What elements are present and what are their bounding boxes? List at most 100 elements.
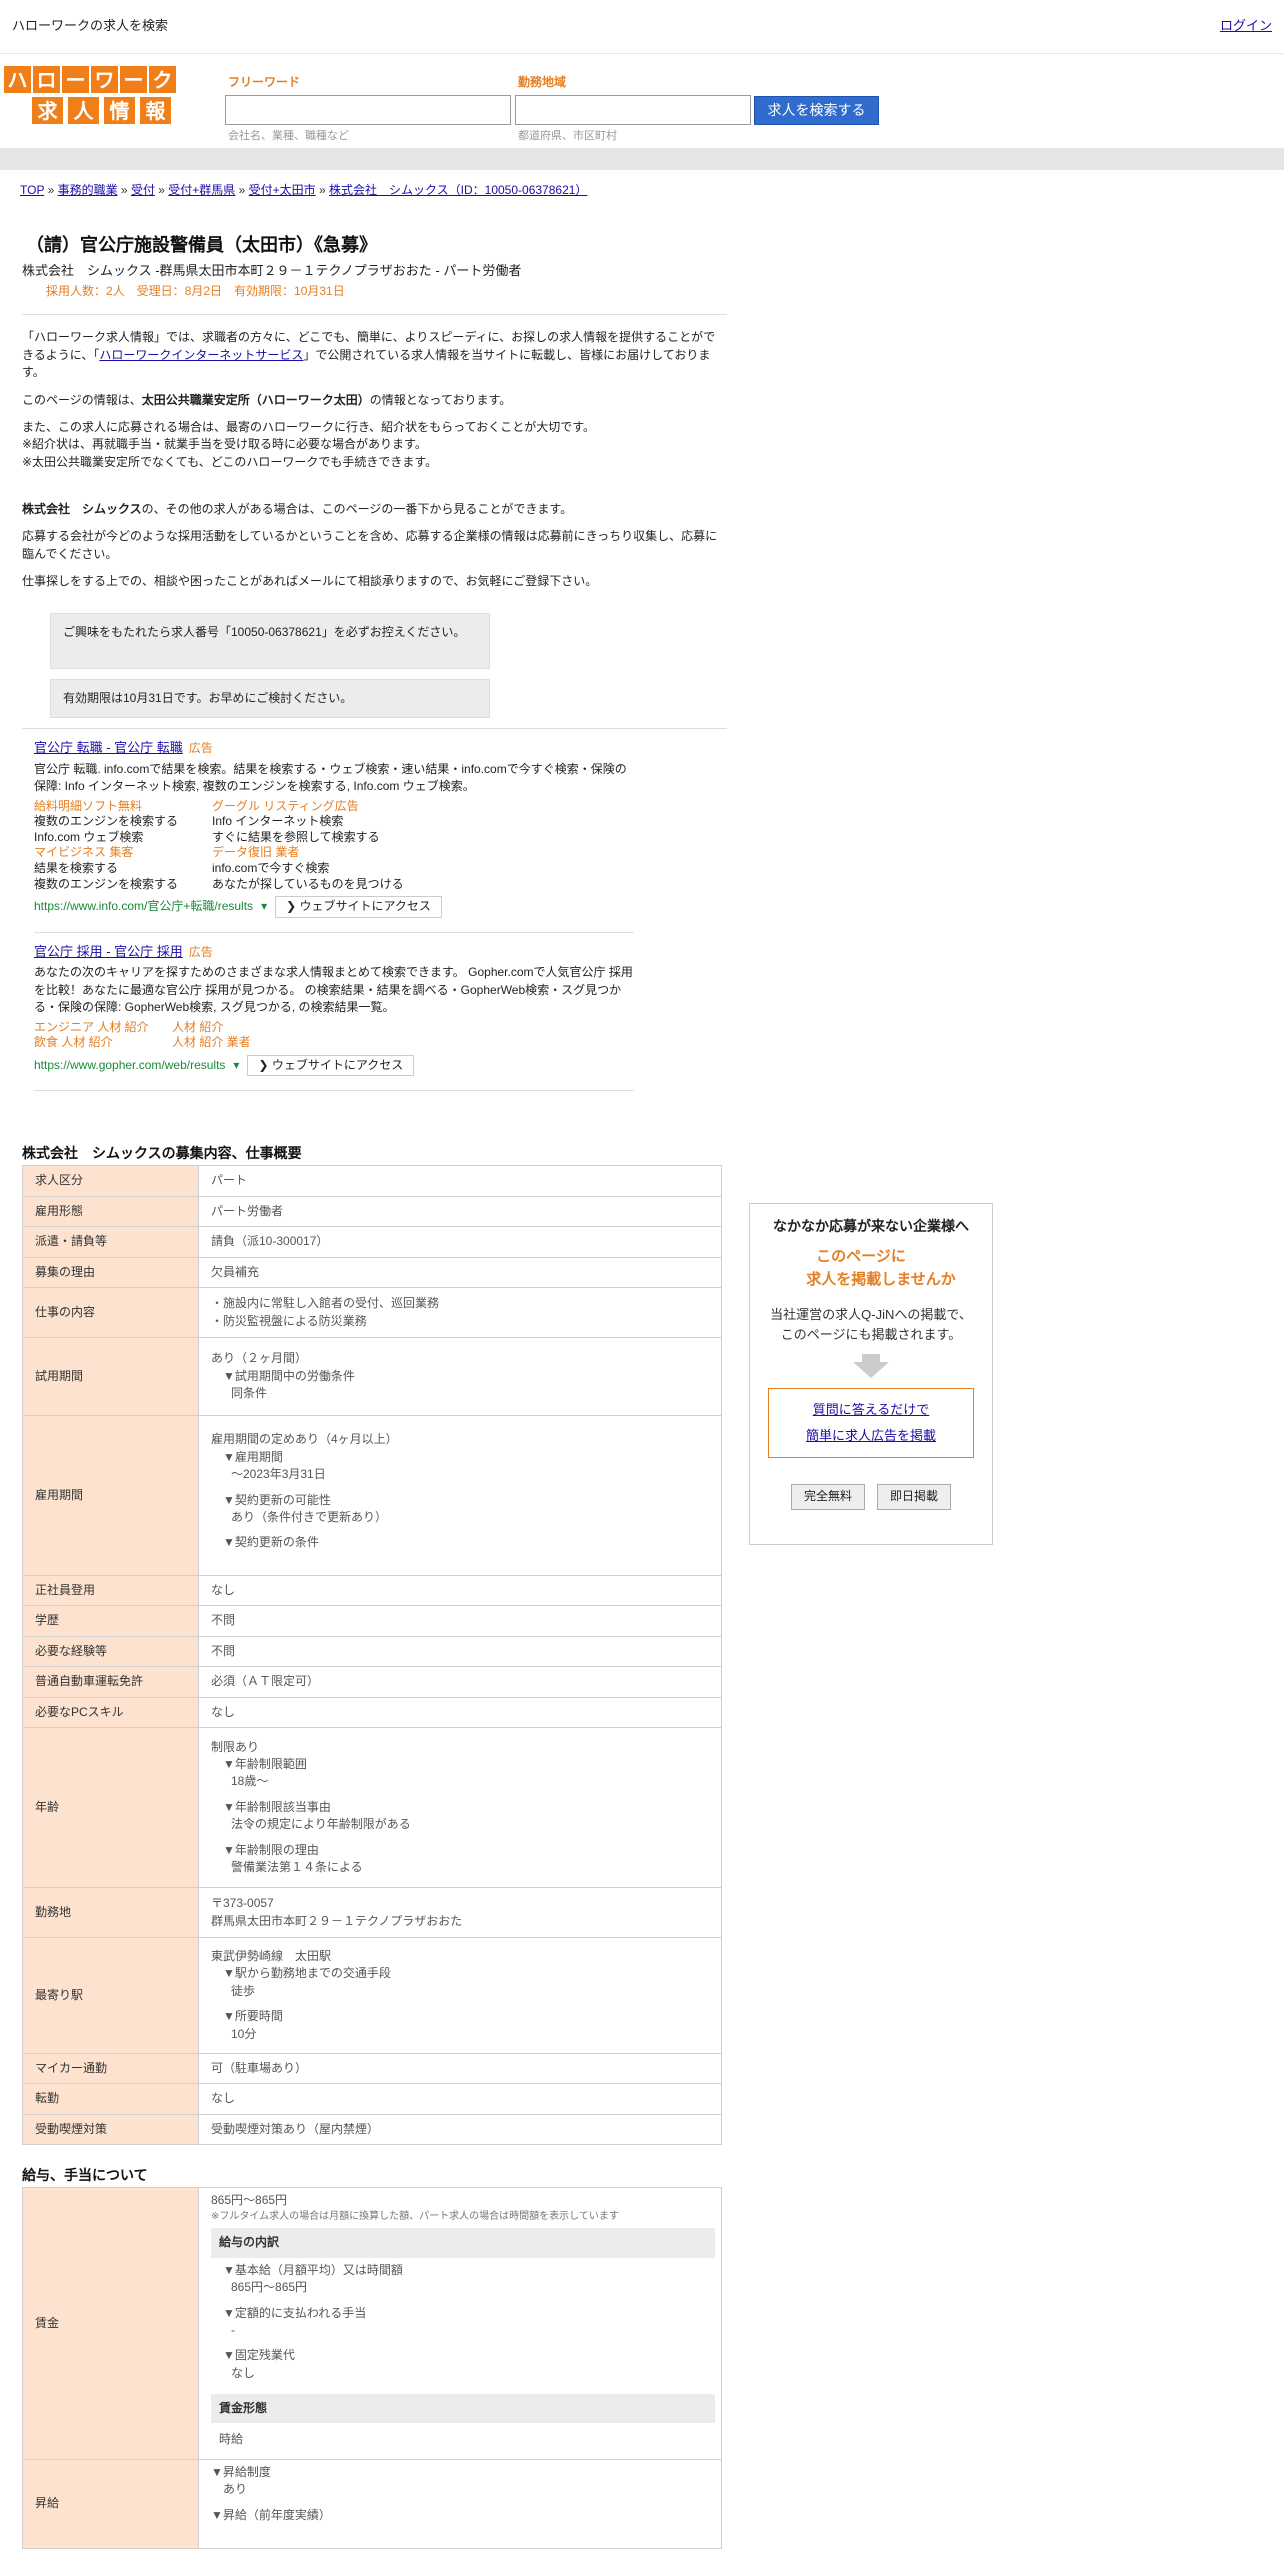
row-value: なし bbox=[198, 1696, 722, 1729]
ad-1-url[interactable]: https://www.info.com/官公庁+転職/results bbox=[34, 898, 253, 915]
ad-1-sitelinks: 給料明細ソフト無料 複数のエンジンを検索する Info.com ウェブ検索 グーグル … bbox=[34, 799, 634, 893]
area-label: 勤務地域 bbox=[518, 75, 567, 89]
row-value: 雇用期間の定めあり（4ヶ月以上） ▼雇用期間 〜2023年3月31日 ▼契約更新の可能… bbox=[198, 1415, 722, 1577]
row-value: 東武伊勢崎線 太田駅 ▼駅から勤務地までの交通手段 徒歩 ▼所要時間 10分 bbox=[198, 1937, 722, 2054]
ad-2-link[interactable]: エンジニア 人材 紹介 bbox=[34, 1020, 172, 1036]
ad-2-link[interactable]: 飲食 人材 紹介 bbox=[34, 1035, 172, 1051]
row-value: ・施設内に常駐し入館者の受付、巡回業務 ・防災監視盤による防災業務 bbox=[198, 1287, 722, 1339]
table-row: 仕事の内容 ・施設内に常駐し入館者の受付、巡回業務 ・防災監視盤による防災業務 bbox=[22, 1287, 722, 1339]
row-value: 不問 bbox=[198, 1605, 722, 1637]
table-row: 募集の理由 欠員補充 bbox=[22, 1256, 722, 1289]
sitelink[interactable]: データ復旧 業者 info.comで今すぐ検索 あなたが探しているものを見つける bbox=[212, 845, 462, 892]
job-title: （請）官公庁施設警備員（太田市）《急募》 bbox=[26, 235, 377, 255]
table-row: 派遣・請負等 請負（派10-300017） bbox=[22, 1226, 722, 1258]
logo-char: ハ bbox=[4, 66, 31, 93]
table-row: 雇用期間 雇用期間の定めあり（4ヶ月以上） ▼雇用期間 〜2023年3月31日 ▼契約更… bbox=[22, 1415, 722, 1577]
breadcrumb-link[interactable]: 受付+太田市 bbox=[249, 183, 316, 197]
table-row: 必要な経験等 不問 bbox=[22, 1635, 722, 1668]
job-number-notice: ご興味をもたれたら求人番号「10050-06378621」を必ずお控えください。 bbox=[50, 612, 490, 669]
row-value: 必須（ＡＴ限定可） bbox=[198, 1666, 722, 1698]
row-value: 〒373-0057 群馬県太田市本町２９－１テクノプラザおおた bbox=[198, 1887, 722, 1938]
post-job-link-2[interactable]: 簡単に求人広告を掲載 bbox=[806, 1428, 936, 1443]
table-row: 雇用形態 パート労働者 bbox=[22, 1195, 722, 1228]
dropdown-icon[interactable]: ▾ bbox=[261, 898, 267, 915]
row-label: 学歴 bbox=[22, 1605, 199, 1637]
breadcrumb-link[interactable]: TOP bbox=[20, 183, 44, 197]
logo-char: 求 bbox=[32, 97, 63, 124]
advertise-sidebar: なかなか応募が来ない企業様へ このページに 求人を掲載しませんか 当社運営の求人Q… bbox=[749, 1203, 993, 1545]
ad-1: 官公庁 転職 - 官公庁 転職 広告 官公庁 転職. info.comで結果を検索… bbox=[34, 739, 634, 933]
row-value: ▼昇給制度 あり ▼昇給（前年度実績） bbox=[198, 2458, 722, 2550]
sidebar-headline: このページに 求人を掲載しませんか bbox=[806, 1248, 956, 1288]
table-row: 求人区分 パート bbox=[22, 1165, 722, 1197]
row-label: 賃金 bbox=[22, 2187, 199, 2460]
ad-2-link[interactable]: 人材 紹介 bbox=[172, 1020, 372, 1036]
table-row: 転勤 なし bbox=[22, 2083, 722, 2115]
row-label: 正社員登用 bbox=[22, 1575, 199, 1607]
table-row: 賃金 865円〜865円 ※フルタイム求人の場合は月額に換算した額、パート求人の場合… bbox=[22, 2187, 722, 2460]
row-label: 転勤 bbox=[22, 2083, 199, 2115]
sidebar-links: 質問に答えるだけで 簡単に求人広告を掲載 bbox=[768, 1388, 974, 1459]
row-value: なし bbox=[198, 2083, 722, 2115]
hellowork-logo[interactable]: ハローワーク 求人情報 bbox=[4, 66, 176, 128]
breadcrumb-link[interactable]: 受付 bbox=[131, 183, 155, 197]
row-label: 求人区分 bbox=[22, 1165, 199, 1197]
table-row: 最寄り駅 東武伊勢崎線 太田駅 ▼駅から勤務地までの交通手段 徒歩 ▼所要時間 10分 bbox=[22, 1937, 722, 2054]
ad-1-tag: 広告 bbox=[188, 741, 213, 756]
breadcrumb-link[interactable]: 受付+群馬県 bbox=[168, 183, 235, 197]
breadcrumb: TOP » 事務的職業 » 受付 » 受付+群馬県 » 受付+太田市 » 株式会… bbox=[20, 183, 588, 197]
area-input[interactable] bbox=[515, 95, 751, 125]
sitelink[interactable]: 給料明細ソフト無料 複数のエンジンを検索する Info.com ウェブ検索 bbox=[34, 799, 212, 846]
ad-1-description: 官公庁 転職. info.comで結果を検索。結果を検索する・ウェブ検索・速い結… bbox=[34, 761, 627, 794]
row-value: 欠員補充 bbox=[198, 1256, 722, 1289]
row-label: マイカー通勤 bbox=[22, 2052, 199, 2085]
logo-char: 報 bbox=[140, 97, 171, 124]
table-row: 勤務地 〒373-0057 群馬県太田市本町２９－１テクノプラザおおた bbox=[22, 1887, 722, 1938]
row-value: あり（２ヶ月間） ▼試用期間中の労働条件 同条件 bbox=[198, 1337, 722, 1417]
intro-paragraph-6: 仕事探しをする上での、相談や困ったことがあればメールにて相談承りますので、お気軽… bbox=[22, 574, 598, 589]
post-job-link-1[interactable]: 質問に答えるだけで bbox=[813, 1402, 930, 1417]
hellowork-internet-link[interactable]: ハローワークインターネットサービス bbox=[99, 348, 303, 362]
ad-2-visit-button[interactable]: ❯ ウェブサイトにアクセス bbox=[247, 1054, 415, 1077]
job-meta: 採用人数：2人 受理日：8月2日 有効期限：10月31日 bbox=[46, 283, 345, 298]
row-label: 派遣・請負等 bbox=[22, 1226, 199, 1258]
ad-2-title[interactable]: 官公庁 採用 - 官公庁 採用 bbox=[34, 944, 183, 959]
login-link[interactable]: ログイン bbox=[1220, 17, 1272, 36]
intro-paragraph-1: 「ハローワーク求人情報」では、求職者の方々に、どこでも、簡単に、よりスピーディに… bbox=[22, 330, 716, 380]
expiry-notice: 有効期限は10月31日です。お早めにご検討ください。 bbox=[50, 678, 490, 719]
keyword-label: フリーワード bbox=[228, 75, 301, 89]
sitelink[interactable]: マイビジネス 集客 結果を検索する 複数のエンジンを検索する bbox=[34, 845, 212, 892]
keyword-input[interactable] bbox=[225, 95, 511, 125]
dropdown-icon[interactable]: ▾ bbox=[233, 1057, 239, 1074]
sidebar-title: なかなか応募が来ない企業様へ bbox=[773, 1218, 969, 1234]
row-label: 最寄り駅 bbox=[22, 1937, 199, 2054]
header-band bbox=[0, 148, 1284, 170]
logo-char: ー bbox=[120, 66, 147, 93]
ad-1-visit-button[interactable]: ❯ ウェブサイトにアクセス bbox=[275, 896, 442, 918]
row-value: 不問 bbox=[198, 1635, 722, 1668]
ad-2-links: エンジニア 人材 紹介 人材 紹介 飲食 人材 紹介 人材 紹介 業者 bbox=[34, 1020, 634, 1051]
breadcrumb-link[interactable]: 株式会社 シムックス（ID：10050-06378621） bbox=[329, 183, 587, 197]
row-value: パート労働者 bbox=[198, 1195, 722, 1228]
row-label: 年齢 bbox=[22, 1727, 199, 1888]
arrow-down-icon bbox=[862, 1354, 880, 1363]
row-label: 仕事の内容 bbox=[22, 1287, 199, 1339]
ad-1-title[interactable]: 官公庁 転職 - 官公庁 転職 bbox=[34, 740, 183, 755]
breadcrumb-link[interactable]: 事務的職業 bbox=[58, 183, 118, 197]
table-row: 年齢 制限あり ▼年齢制限範囲 18歳〜 ▼年齢制限該当事由 法令の規定により年齢制限があ… bbox=[22, 1727, 722, 1888]
row-label: 普通自動車運転免許 bbox=[22, 1666, 199, 1698]
logo-char: ロ bbox=[33, 66, 60, 93]
row-value: なし bbox=[198, 1575, 722, 1607]
sitelink[interactable]: グーグル リスティング広告 Info インターネット検索 すぐに結果を参照して検索す… bbox=[212, 799, 462, 846]
table-row: 昇給 ▼昇給制度 あり ▼昇給（前年度実績） bbox=[22, 2458, 722, 2550]
row-value: 受動喫煙対策あり（屋内禁煙） bbox=[198, 2113, 722, 2146]
ad-2-url[interactable]: https://www.gopher.com/web/results bbox=[34, 1057, 225, 1074]
intro-paragraph-3: また、この求人に応募される場合は、最寄のハローワークに行き、紹介状をもらっておく… bbox=[22, 419, 596, 469]
same-day-button[interactable]: 即日掲載 bbox=[877, 1484, 952, 1510]
ad-2-link[interactable]: 人材 紹介 業者 bbox=[172, 1035, 372, 1051]
salary-table: 賃金 865円〜865円 ※フルタイム求人の場合は月額に換算した額、パート求人の場合… bbox=[22, 2187, 722, 2550]
row-value: 可（駐車場あり） bbox=[198, 2052, 722, 2085]
free-button[interactable]: 完全無料 bbox=[790, 1484, 865, 1510]
search-button[interactable]: 求人を検索する bbox=[754, 96, 879, 125]
keyword-hint: 会社名、業種、職種など bbox=[228, 130, 349, 142]
